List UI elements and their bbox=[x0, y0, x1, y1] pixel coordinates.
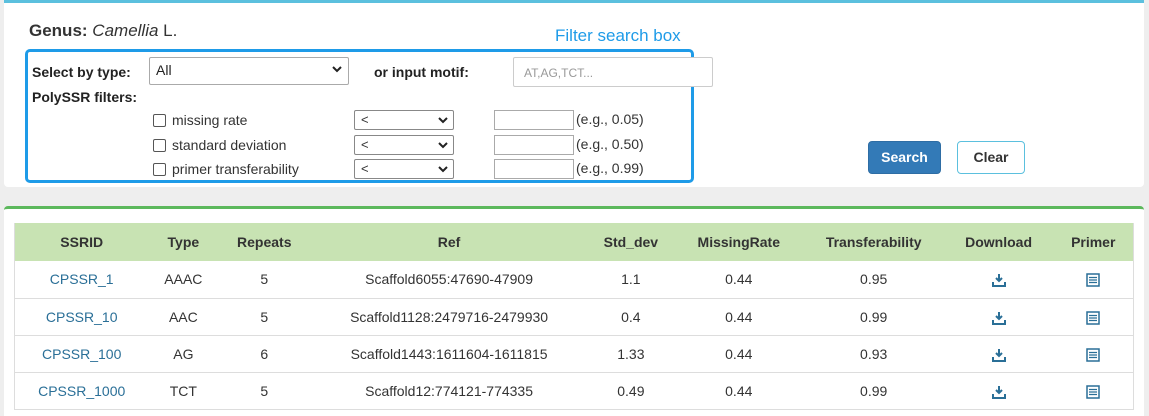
column-header[interactable]: Repeats bbox=[218, 223, 311, 261]
std-dev-op-select[interactable]: < bbox=[354, 135, 454, 155]
ref-cell: Scaffold12:774121-774335 bbox=[310, 372, 588, 410]
ssrid-link[interactable]: CPSSR_100 bbox=[14, 335, 149, 373]
ssrid-link[interactable]: CPSSR_1 bbox=[14, 261, 149, 299]
type-select[interactable]: All bbox=[149, 57, 349, 85]
ref-cell: Scaffold6055:47690-47909 bbox=[310, 261, 588, 299]
chevron-down-icon bbox=[438, 166, 448, 173]
ref-cell: Scaffold1443:1611604-1611815 bbox=[310, 335, 588, 373]
type-cell: AG bbox=[148, 335, 219, 373]
table-header-row: SSRID Type Repeats Ref Std_dev MissingRa… bbox=[14, 223, 1134, 261]
type-cell: TCT bbox=[148, 372, 219, 410]
list-icon[interactable] bbox=[1086, 310, 1100, 325]
table-row: CPSSR_100 AG 6 Scaffold1443:1611604-1611… bbox=[14, 335, 1134, 373]
checkbox[interactable] bbox=[153, 162, 166, 176]
column-header[interactable]: Transferability bbox=[803, 223, 944, 261]
std-dev-cell: 1.1 bbox=[587, 261, 674, 299]
repeats-cell: 5 bbox=[218, 298, 311, 336]
std-dev-value-input[interactable] bbox=[494, 135, 574, 155]
primer-cell bbox=[1053, 298, 1134, 336]
std-dev-hint: (e.g., 0.50) bbox=[576, 136, 644, 152]
transferability-filter[interactable]: primer transferability bbox=[153, 159, 299, 179]
transferability-cell: 0.99 bbox=[803, 298, 944, 336]
type-cell: AAAC bbox=[148, 261, 219, 299]
missing-rate-cell: 0.44 bbox=[673, 298, 804, 336]
filter-caption: Filter search box bbox=[555, 26, 681, 45]
column-header[interactable]: SSRID bbox=[14, 223, 149, 261]
filter-search-box: Select by type: All or input motif: AT,A… bbox=[25, 49, 713, 183]
search-panel: Genus: Camellia L. Filter search box Sel… bbox=[4, 0, 1144, 187]
primer-cell bbox=[1053, 261, 1134, 299]
search-button[interactable]: Search bbox=[868, 141, 941, 174]
download-icon[interactable] bbox=[991, 273, 1006, 288]
download-icon[interactable] bbox=[991, 385, 1006, 399]
results-table: SSRID Type Repeats Ref Std_dev MissingRa… bbox=[14, 223, 1134, 410]
download-cell bbox=[943, 298, 1054, 336]
column-header[interactable]: MissingRate bbox=[673, 223, 804, 261]
transferability-op-select[interactable]: < bbox=[354, 159, 454, 179]
repeats-cell: 5 bbox=[218, 372, 311, 410]
column-header[interactable]: Ref bbox=[310, 223, 588, 261]
table-row: CPSSR_1000 TCT 5 Scaffold12:774121-77433… bbox=[14, 372, 1134, 410]
chevron-down-icon bbox=[332, 66, 342, 73]
column-header[interactable]: Std_dev bbox=[587, 223, 674, 261]
chevron-down-icon bbox=[438, 142, 448, 149]
table-row: CPSSR_1 AAAC 5 Scaffold6055:47690-47909 … bbox=[14, 261, 1134, 299]
missing-rate-filter[interactable]: missing rate bbox=[153, 110, 247, 130]
std-dev-cell: 0.4 bbox=[587, 298, 674, 336]
type-label: Select by type: bbox=[32, 64, 131, 80]
repeats-cell: 5 bbox=[218, 261, 311, 299]
checkbox[interactable] bbox=[153, 138, 166, 152]
transferability-hint: (e.g., 0.99) bbox=[576, 160, 644, 176]
missing-rate-cell: 0.44 bbox=[673, 372, 804, 410]
transferability-cell: 0.93 bbox=[803, 335, 944, 373]
std-dev-filter[interactable]: standard deviation bbox=[153, 135, 286, 155]
missing-rate-cell: 0.44 bbox=[673, 335, 804, 373]
transferability-cell: 0.99 bbox=[803, 372, 944, 410]
clear-button[interactable]: Clear bbox=[957, 141, 1025, 174]
ssrid-link[interactable]: CPSSR_10 bbox=[14, 298, 149, 336]
transferability-cell: 0.95 bbox=[803, 261, 944, 299]
column-header: Download bbox=[943, 223, 1054, 261]
type-cell: AAC bbox=[148, 298, 219, 336]
std-dev-cell: 1.33 bbox=[587, 335, 674, 373]
download-icon[interactable] bbox=[991, 311, 1006, 325]
missing-rate-op-select[interactable]: < bbox=[354, 110, 454, 130]
list-icon[interactable] bbox=[1086, 384, 1100, 399]
repeats-cell: 6 bbox=[218, 335, 311, 373]
motif-label: or input motif: bbox=[374, 64, 469, 80]
missing-rate-cell: 0.44 bbox=[673, 261, 804, 299]
column-header: Primer bbox=[1053, 223, 1134, 261]
list-icon[interactable] bbox=[1086, 347, 1100, 362]
std-dev-cell: 0.49 bbox=[587, 372, 674, 410]
chevron-down-icon bbox=[438, 117, 448, 124]
ref-cell: Scaffold1128:2479716-2479930 bbox=[310, 298, 588, 336]
download-icon[interactable] bbox=[991, 348, 1006, 362]
column-header[interactable]: Type bbox=[148, 223, 219, 261]
ssrid-link[interactable]: CPSSR_1000 bbox=[14, 372, 149, 410]
download-cell bbox=[943, 335, 1054, 373]
missing-rate-value-input[interactable] bbox=[494, 110, 574, 130]
primer-cell bbox=[1053, 335, 1134, 373]
motif-input[interactable]: AT,AG,TCT... bbox=[513, 57, 713, 87]
genus-title: Genus: Camellia L. bbox=[29, 21, 178, 40]
results-panel: SSRID Type Repeats Ref Std_dev MissingRa… bbox=[4, 206, 1144, 416]
checkbox[interactable] bbox=[153, 113, 166, 127]
download-cell bbox=[943, 261, 1054, 299]
polyssr-label: PolySSR filters: bbox=[32, 89, 138, 105]
primer-cell bbox=[1053, 372, 1134, 410]
missing-rate-hint: (e.g., 0.05) bbox=[576, 111, 644, 127]
download-cell bbox=[943, 372, 1054, 410]
table-row: CPSSR_10 AAC 5 Scaffold1128:2479716-2479… bbox=[14, 298, 1134, 336]
transferability-value-input[interactable] bbox=[494, 159, 574, 179]
list-icon[interactable] bbox=[1086, 273, 1100, 288]
